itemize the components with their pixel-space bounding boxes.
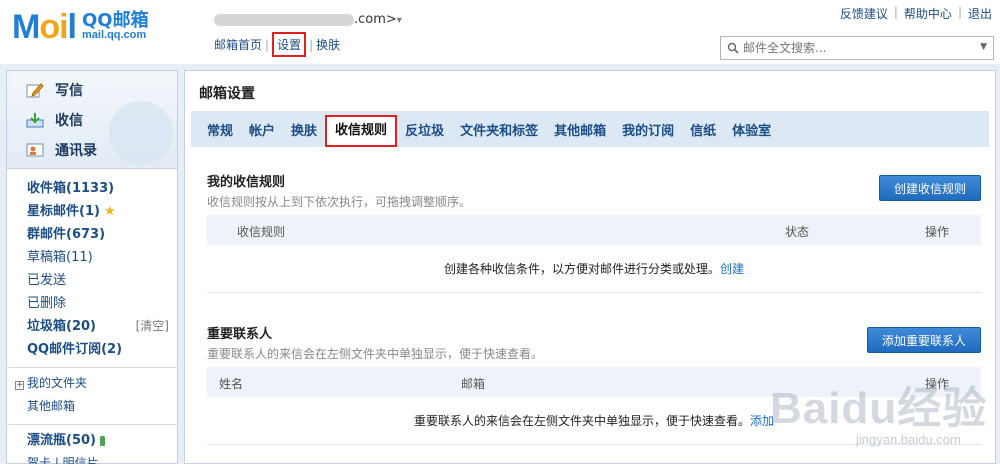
sidebar: 写信 收信 通讯录 收件箱(1133) 星标邮件(1) ★ 群邮件(673) 草稿… xyxy=(6,70,179,464)
create-rule-link[interactable]: 创建 xyxy=(720,262,744,276)
col-name: 姓名 xyxy=(219,377,244,391)
contacts-empty-text: 重要联系人的来信会在左侧文件夹中单独显示，便于快速查看。 xyxy=(413,414,750,428)
top-links: 反馈建议 | 帮助中心 | 退出 xyxy=(840,5,992,22)
add-contact-button[interactable]: 添加重要联系人 xyxy=(866,327,981,353)
feedback-link[interactable]: 反馈建议 xyxy=(840,5,888,22)
folder-deleted[interactable]: 已删除 xyxy=(27,292,177,315)
star-icon: ★ xyxy=(103,204,116,219)
nav-separator: | xyxy=(309,37,314,52)
folder-subscriptions-label: QQ邮件订阅(2) xyxy=(27,342,123,357)
tab-anti-spam[interactable]: 反垃圾 xyxy=(397,117,452,147)
my-folders-toggle[interactable]: + 我的文件夹 xyxy=(15,372,177,395)
top-bar: Moil QQ邮箱 mail.qq.com .com>▾ 邮箱首页 | 设置 |… xyxy=(0,0,1000,64)
folder-group-label: 群邮件(673) xyxy=(27,227,106,242)
link-separator: | xyxy=(957,5,962,19)
rules-section: 我的收信规则 收信规则按从上到下依次执行，可拖拽调整顺序。 创建收信规则 收信规… xyxy=(207,171,981,293)
logo-url: mail.qq.com xyxy=(82,28,147,41)
tab-lab[interactable]: 体验室 xyxy=(724,117,779,147)
top-nav: 邮箱首页 | 设置 | 换肤 xyxy=(214,32,340,57)
logout-link[interactable]: 退出 xyxy=(968,5,992,22)
col-status: 状态 xyxy=(785,225,810,239)
folder-sent[interactable]: 已发送 xyxy=(27,269,177,292)
nav-skin-link[interactable]: 换肤 xyxy=(316,36,340,53)
search-icon xyxy=(727,42,739,54)
help-link[interactable]: 帮助中心 xyxy=(904,5,952,22)
rules-table-header: 收信规则 状态 操作 xyxy=(207,215,981,245)
sidebar-actions: 写信 收信 通讯录 xyxy=(7,71,177,169)
settings-tabs: 常规 帐户 换肤 收信规则 反垃圾 文件夹和标签 其他邮箱 我的订阅 信纸 体验… xyxy=(191,111,989,147)
cards-postcards-link[interactable]: 贺卡 | 明信片 xyxy=(27,452,177,464)
tab-folders-labels[interactable]: 文件夹和标签 xyxy=(452,117,546,147)
rules-desc: 收信规则按从上到下依次执行，可拖拽调整顺序。 xyxy=(207,195,472,209)
compose-pencil-icon xyxy=(25,81,45,99)
receive-label: 收信 xyxy=(55,113,83,129)
link-separator: | xyxy=(893,5,898,19)
tab-skin[interactable]: 换肤 xyxy=(283,117,325,147)
create-rule-button[interactable]: 创建收信规则 xyxy=(878,175,981,201)
logo-wordmark: Moil xyxy=(12,8,77,46)
baidu-watermark: Baidu经验 jingyan.baidu.com xyxy=(770,372,987,447)
other-mail-label: 其他邮箱 xyxy=(27,399,76,413)
search-box[interactable]: ▼ xyxy=(720,36,994,60)
compose-label: 写信 xyxy=(55,83,83,99)
qq-mail-logo[interactable]: Moil QQ邮箱 mail.qq.com xyxy=(12,8,149,47)
folder-inbox-label: 收件箱(1133) xyxy=(27,181,115,196)
chevron-down-icon[interactable]: ▾ xyxy=(397,15,402,26)
tab-other-mail[interactable]: 其他邮箱 xyxy=(546,117,614,147)
sidebar-divider xyxy=(7,367,179,368)
folder-inbox[interactable]: 收件箱(1133) xyxy=(27,177,177,200)
folder-sent-label: 已发送 xyxy=(27,273,67,288)
account-suffix: .com> xyxy=(354,12,397,27)
penguin-decoration-icon xyxy=(109,101,173,165)
expand-plus-icon[interactable]: + xyxy=(15,381,24,390)
rules-empty-text: 创建各种收信条件，以方便对邮件进行分类或处理。 xyxy=(443,262,720,276)
tab-general[interactable]: 常规 xyxy=(199,117,241,147)
folder-subscriptions[interactable]: QQ邮件订阅(2) xyxy=(27,338,177,361)
bottle-icon xyxy=(99,435,105,446)
watermark-logo: Baidu经验 xyxy=(770,384,988,433)
folder-deleted-label: 已删除 xyxy=(27,296,67,311)
folder-spam-label: 垃圾箱(20) xyxy=(27,319,96,334)
account-email-blurred xyxy=(214,13,354,26)
col-rule: 收信规则 xyxy=(237,225,286,239)
logo-cn: QQ邮箱 xyxy=(82,9,149,31)
nav-home-link[interactable]: 邮箱首页 xyxy=(214,36,262,53)
contacts-card-icon xyxy=(25,141,45,159)
folder-starred-label: 星标邮件(1) xyxy=(27,204,100,219)
empty-spam-link[interactable]: [清空] xyxy=(136,315,169,338)
rules-title: 我的收信规则 xyxy=(207,175,286,190)
folder-drafts-label: 草稿箱(11) xyxy=(27,250,93,265)
folder-group[interactable]: 群邮件(673) xyxy=(27,223,177,246)
col-action: 操作 xyxy=(925,225,950,239)
search-input[interactable] xyxy=(743,41,973,55)
other-mail-link[interactable]: 其他邮箱 xyxy=(27,395,177,418)
rules-empty-row: 创建各种收信条件，以方便对邮件进行分类或处理。创建 xyxy=(207,245,981,293)
folder-starred[interactable]: 星标邮件(1) ★ xyxy=(27,200,177,223)
compose-button[interactable]: 写信 xyxy=(7,75,177,105)
sidebar-divider xyxy=(7,424,179,425)
cards-postcards-label: 贺卡 | 明信片 xyxy=(27,456,99,464)
folder-drafts[interactable]: 草稿箱(11) xyxy=(27,246,177,269)
contacts-section: 重要联系人 重要联系人的来信会在左侧文件夹中单独显示，便于快速查看。 添加重要联… xyxy=(207,323,981,445)
nav-separator: | xyxy=(265,37,270,52)
my-folders-label: 我的文件夹 xyxy=(27,376,88,390)
page-title: 邮箱设置 xyxy=(199,86,255,102)
col-email: 邮箱 xyxy=(461,377,486,391)
tab-subscriptions[interactable]: 我的订阅 xyxy=(614,117,682,147)
contacts-desc: 重要联系人的来信会在左侧文件夹中单独显示，便于快速查看。 xyxy=(207,347,544,361)
folder-list: 收件箱(1133) 星标邮件(1) ★ 群邮件(673) 草稿箱(11) 已发送 … xyxy=(7,169,179,464)
contacts-label: 通讯录 xyxy=(55,143,97,159)
drift-bottle-link[interactable]: 漂流瓶(50) xyxy=(27,429,177,452)
inbox-download-icon xyxy=(25,111,45,129)
logo-subtitle: QQ邮箱 mail.qq.com xyxy=(82,9,149,42)
contacts-title: 重要联系人 xyxy=(207,327,273,342)
tab-stationery[interactable]: 信纸 xyxy=(682,117,724,147)
tab-account[interactable]: 帐户 xyxy=(241,117,283,147)
folder-spam[interactable]: 垃圾箱(20) [清空] xyxy=(27,315,177,338)
tab-receive-rules[interactable]: 收信规则 xyxy=(325,115,398,147)
drift-bottle-label: 漂流瓶(50) xyxy=(27,433,96,448)
search-dropdown-icon[interactable]: ▼ xyxy=(980,42,987,52)
nav-settings-link[interactable]: 设置 xyxy=(272,32,307,57)
account-menu[interactable]: .com>▾ xyxy=(214,12,402,27)
